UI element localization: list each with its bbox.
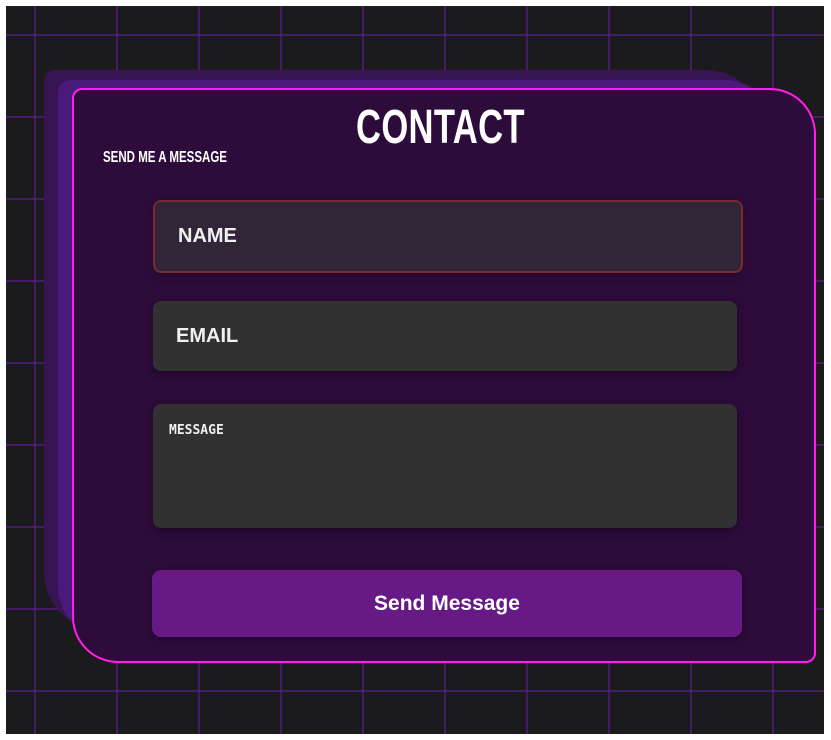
page-title: CONTACT	[356, 101, 525, 154]
message-textarea[interactable]	[153, 404, 737, 528]
send-message-button[interactable]: Send Message	[152, 570, 742, 637]
contact-form-card: CONTACT SEND ME A MESSAGE Send Message	[72, 88, 816, 663]
name-input[interactable]	[153, 200, 743, 273]
email-input[interactable]	[153, 301, 737, 371]
contact-page-viewport: CONTACT SEND ME A MESSAGE Send Message	[6, 6, 824, 734]
form-subtitle: SEND ME A MESSAGE	[103, 149, 227, 166]
